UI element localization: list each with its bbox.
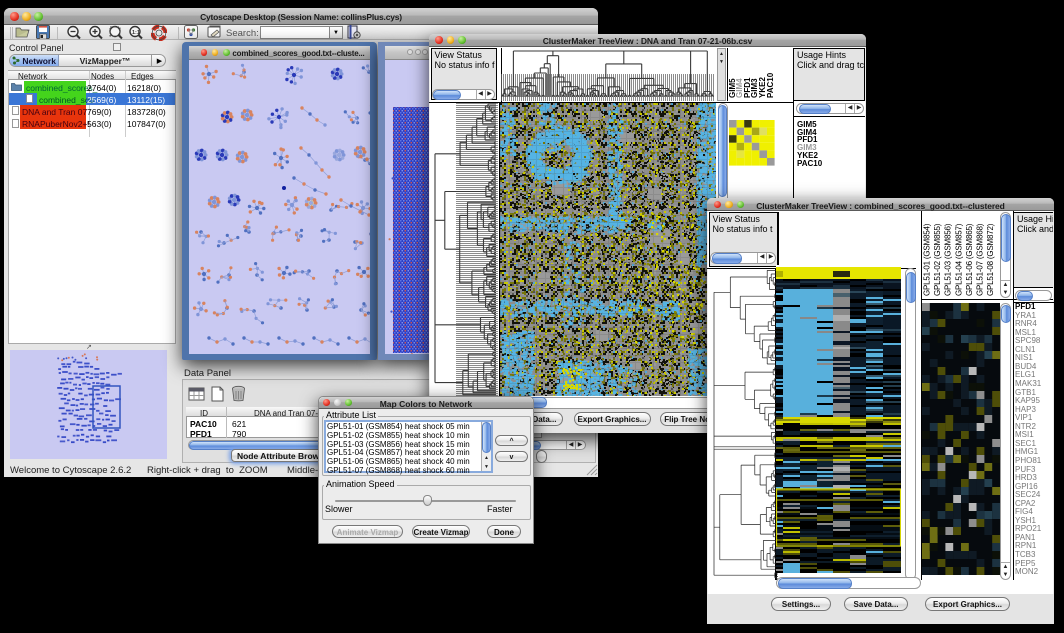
svg-text:GPL51-08 (GSM872): GPL51-08 (GSM872)	[986, 223, 995, 296]
svg-text:GPL51-06 (GSM865): GPL51-06 (GSM865)	[965, 223, 974, 296]
svg-text:GPL51-07 (GSM868): GPL51-07 (GSM868)	[976, 223, 985, 296]
svg-text:PAC10: PAC10	[766, 72, 775, 98]
svg-text:GPL51-02 (GSM855): GPL51-02 (GSM855)	[933, 223, 942, 296]
svg-text:GPL51-03 (GSM856): GPL51-03 (GSM856)	[944, 223, 953, 296]
svg-text:GPL51-04 (GSM857): GPL51-04 (GSM857)	[954, 223, 963, 296]
svg-text:GPL51-01 (GSM854): GPL51-01 (GSM854)	[923, 223, 932, 296]
